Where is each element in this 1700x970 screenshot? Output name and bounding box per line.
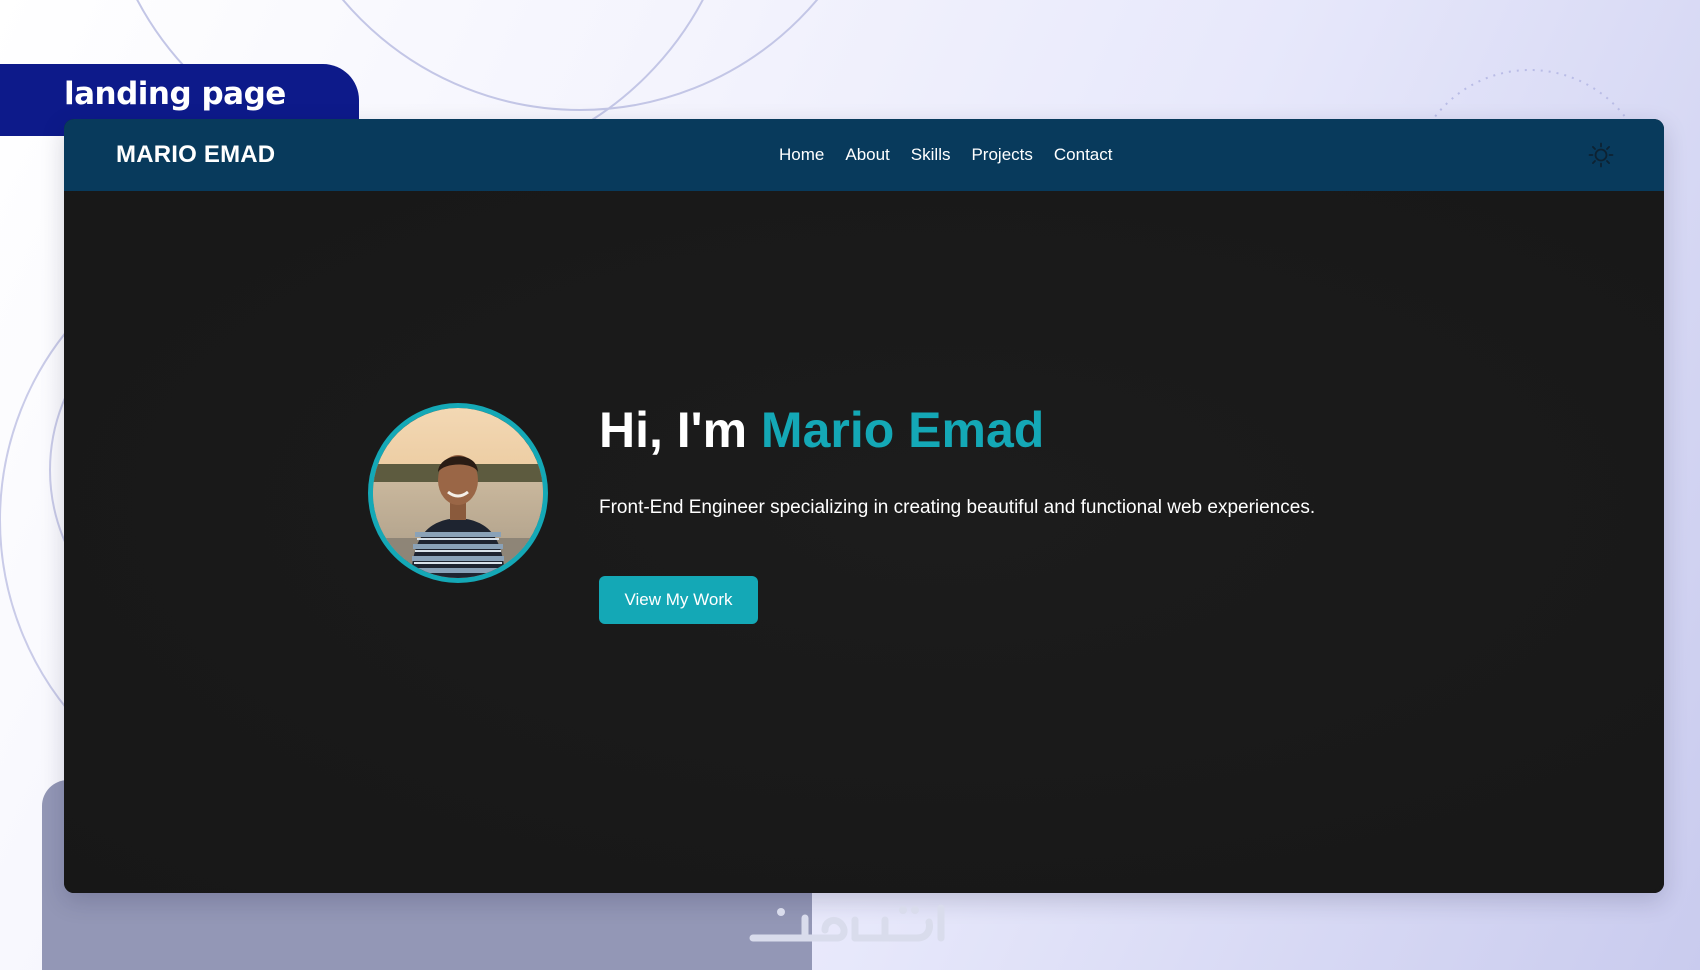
profile-photo xyxy=(373,408,543,578)
hero-subtitle: Front-End Engineer specializing in creat… xyxy=(599,497,1316,518)
khamsat-logo-watermark xyxy=(749,904,945,942)
hero-title: Hi, I'm Mario Emad xyxy=(599,401,1044,459)
nav-about[interactable]: About xyxy=(845,145,889,165)
nav-links: Home About Skills Projects Contact xyxy=(779,145,1112,165)
hero-name: Mario Emad xyxy=(760,402,1045,458)
navbar: MARIO EMAD Home About Skills Projects Co… xyxy=(64,119,1664,191)
nav-home[interactable]: Home xyxy=(779,145,824,165)
avatar xyxy=(368,403,548,583)
nav-contact[interactable]: Contact xyxy=(1054,145,1113,165)
hero-section: Hi, I'm Mario Emad Front-End Engineer sp… xyxy=(64,191,1664,893)
brand-logo[interactable]: MARIO EMAD xyxy=(116,141,275,169)
nav-projects[interactable]: Projects xyxy=(971,145,1032,165)
nav-skills[interactable]: Skills xyxy=(911,145,951,165)
view-my-work-button[interactable]: View My Work xyxy=(599,576,758,624)
slide-label: landing page xyxy=(64,76,286,112)
website-preview: MARIO EMAD Home About Skills Projects Co… xyxy=(64,119,1664,893)
sun-icon[interactable] xyxy=(1588,142,1614,168)
hero-greeting: Hi, I'm xyxy=(599,402,761,458)
